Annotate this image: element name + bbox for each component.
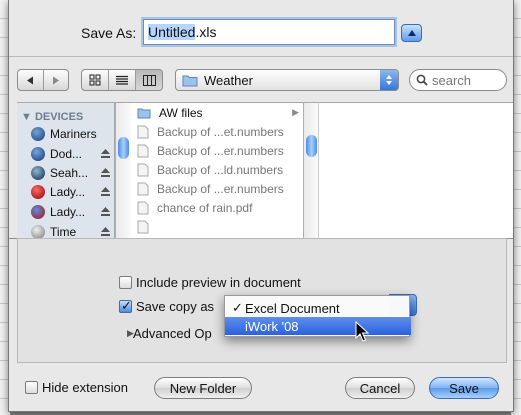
sidebar-item-lady-1[interactable]: Lady... xyxy=(31,183,114,201)
back-arrow-icon xyxy=(27,76,34,84)
save-copy-as-checkbox[interactable] xyxy=(119,298,132,314)
filename-selected-text: Untitled xyxy=(148,24,196,40)
column-view-icon xyxy=(142,74,156,86)
back-button[interactable] xyxy=(18,70,44,90)
file-name: Backup of ...ld.numbers xyxy=(157,162,284,177)
eject-icon[interactable] xyxy=(100,186,111,197)
file-name: Backup of ...er.numbers xyxy=(157,143,284,158)
include-preview-label: Include preview in document xyxy=(136,275,301,290)
disclosure-arrow-icon: ▶ xyxy=(292,107,299,117)
icon-view-button[interactable] xyxy=(82,70,109,90)
back-forward-control xyxy=(17,69,69,91)
list-item[interactable]: Backup of ...ld.numbers xyxy=(131,160,303,179)
disk-icon xyxy=(31,147,45,161)
sidebar-item-dod[interactable]: Dod... xyxy=(31,145,114,163)
sidebar-heading-label: DEVICES xyxy=(34,111,84,123)
disk-icon xyxy=(31,205,45,219)
checkmark-icon: ✓ xyxy=(232,300,243,315)
collapse-dialog-button[interactable] xyxy=(401,24,422,42)
forward-button[interactable] xyxy=(44,70,69,90)
menu-item-iwork-08[interactable]: iWork '08 xyxy=(225,317,411,335)
cancel-button[interactable]: Cancel xyxy=(345,377,415,399)
sidebar: ▼ DEVICES Mariners Dod... Seah... Lady..… xyxy=(17,102,115,238)
folder-icon xyxy=(137,108,151,118)
toolbar-divider xyxy=(9,56,513,57)
sidebar-item-seah[interactable]: Seah... xyxy=(31,164,114,182)
include-preview-checkbox[interactable] xyxy=(119,276,132,289)
disk-icon xyxy=(31,166,45,180)
sidebar-item-label: Lady... xyxy=(50,185,86,199)
sidebar-item-label: Lady... xyxy=(50,205,86,219)
menu-item-excel-document[interactable]: ✓ Excel Document xyxy=(225,299,411,317)
sidebar-item-label: Dod... xyxy=(50,147,83,161)
file-name: chance of rain.pdf xyxy=(157,200,253,215)
icon-view-icon xyxy=(89,74,101,86)
filename-field[interactable]: Untitled.xls xyxy=(143,19,395,45)
document-icon xyxy=(137,144,149,157)
format-menu: ✓ Excel Document iWork '08 xyxy=(224,295,411,337)
save-copy-as-label: Save copy as xyxy=(136,299,215,314)
file-name: Backup of ...er.numbers xyxy=(157,181,284,196)
location-label: Weather xyxy=(204,72,253,88)
file-name: AW files xyxy=(159,105,203,120)
file-name: Backup of ...et.numbers xyxy=(157,124,284,139)
document-icon xyxy=(137,125,149,138)
time-machine-icon xyxy=(31,225,45,238)
sidebar-item-label: Seah... xyxy=(50,166,89,180)
mouse-pointer-icon xyxy=(355,321,369,342)
save-dialog: Save As: Untitled.xls Weather search ▼ D… xyxy=(8,0,514,412)
view-mode-control xyxy=(81,69,163,91)
location-arrows xyxy=(380,70,398,90)
disk-icon xyxy=(31,185,45,199)
list-item[interactable]: Backup of ...er.numbers xyxy=(131,141,303,160)
hide-extension-label: Hide extension xyxy=(42,380,128,395)
folder-icon xyxy=(182,75,198,86)
sidebar-item-mariners[interactable]: Mariners xyxy=(31,125,114,143)
file-list-scrollbar[interactable] xyxy=(303,102,318,238)
sidebar-scroll-thumb[interactable] xyxy=(118,137,129,159)
save-button[interactable]: Save xyxy=(429,377,499,399)
column-view-button[interactable] xyxy=(136,70,162,90)
hide-extension-checkbox[interactable] xyxy=(25,381,38,394)
list-view-icon xyxy=(116,75,128,85)
sidebar-item-label: Mariners xyxy=(50,127,97,141)
list-view-button[interactable] xyxy=(109,70,136,90)
location-popup[interactable]: Weather xyxy=(175,69,399,91)
eject-icon[interactable] xyxy=(100,148,111,159)
menu-item-label: Excel Document xyxy=(245,300,340,316)
search-placeholder: search xyxy=(432,72,472,88)
sidebar-item-label: Time xyxy=(50,225,77,238)
filename-extension: .xls xyxy=(195,24,217,40)
menu-item-label: iWork '08 xyxy=(245,318,299,334)
disk-icon xyxy=(31,127,45,141)
eject-icon[interactable] xyxy=(100,206,111,217)
file-list-scroll-thumb[interactable] xyxy=(306,135,317,157)
triangle-up-icon xyxy=(407,30,416,36)
updown-arrows-icon xyxy=(386,75,392,85)
list-item-partial[interactable] xyxy=(131,217,303,236)
document-icon xyxy=(137,182,149,195)
file-list: AW files ▶ Backup of ...et.numbers Backu… xyxy=(131,102,303,238)
document-icon xyxy=(137,220,149,233)
sidebar-scrollbar[interactable] xyxy=(115,102,131,238)
sidebar-item-time[interactable]: Time xyxy=(31,223,114,238)
list-item[interactable]: Backup of ...er.numbers xyxy=(131,179,303,198)
eject-icon[interactable] xyxy=(100,167,111,178)
search-field[interactable]: search xyxy=(409,69,507,91)
list-item[interactable]: chance of rain.pdf xyxy=(131,198,303,217)
advanced-options-label[interactable]: Advanced Op xyxy=(133,326,212,341)
sidebar-heading-devices[interactable]: ▼ DEVICES xyxy=(21,111,83,123)
list-item[interactable]: Backup of ...et.numbers xyxy=(131,122,303,141)
save-as-label: Save As: xyxy=(81,25,137,41)
pdf-document-icon xyxy=(137,201,149,214)
search-icon xyxy=(416,74,428,86)
forward-arrow-icon xyxy=(52,76,59,84)
eject-icon[interactable] xyxy=(100,226,111,237)
new-folder-button[interactable]: New Folder xyxy=(154,377,252,399)
document-icon xyxy=(137,163,149,176)
list-item-folder[interactable]: AW files ▶ xyxy=(131,103,303,122)
sidebar-item-lady-2[interactable]: Lady... xyxy=(31,203,114,221)
browser-column-empty xyxy=(318,102,513,238)
